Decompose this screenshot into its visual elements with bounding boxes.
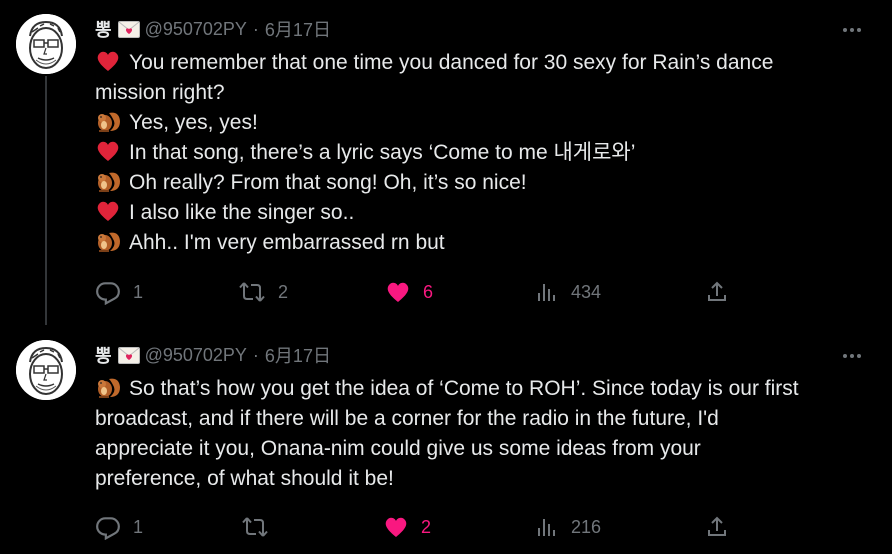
- separator: ·: [252, 344, 259, 365]
- share-button[interactable]: [705, 513, 741, 541]
- reply-icon: [96, 282, 120, 305]
- heart-filled-icon: [387, 282, 409, 302]
- avatar[interactable]: [16, 340, 76, 400]
- love-letter-icon: [117, 346, 140, 364]
- retweet-button[interactable]: 2: [238, 278, 288, 306]
- more-options-icon[interactable]: [840, 344, 864, 368]
- handle[interactable]: @950702PY: [145, 345, 247, 366]
- reply-count: 1: [133, 516, 144, 537]
- share-icon: [708, 281, 726, 301]
- timestamp[interactable]: 6月17日: [265, 16, 331, 42]
- tweet-1[interactable]: 뽕 @950702PY · 6月17日 You remember that on…: [0, 0, 892, 325]
- retweet-button[interactable]: [241, 513, 281, 541]
- analytics-icon: [538, 519, 555, 536]
- action-bar: 1 2 216: [95, 513, 835, 541]
- handle[interactable]: @950702PY: [145, 19, 247, 40]
- love-letter-icon: [117, 20, 140, 38]
- text-line: I also like the singer so..: [95, 198, 855, 228]
- text-line: preference, of what should it be!: [95, 467, 394, 490]
- retweet-count: 2: [278, 281, 289, 302]
- chipmunk-icon: [95, 169, 123, 193]
- reply-icon: [96, 517, 120, 540]
- tweet-header: 뽕 @950702PY · 6月17日: [95, 342, 331, 368]
- heart-filled-icon: [385, 517, 407, 537]
- like-count: 6: [423, 281, 434, 302]
- tweet-2[interactable]: 뽕 @950702PY · 6月17日 So that’s how you ge…: [0, 325, 892, 554]
- analytics-icon: [538, 284, 555, 301]
- retweet-icon: [242, 517, 268, 537]
- display-name[interactable]: 뽕: [95, 16, 112, 42]
- red-heart-icon: [95, 139, 123, 163]
- red-heart-icon: [95, 199, 123, 223]
- text-line: Oh really? From that song! Oh, it’s so n…: [95, 168, 855, 198]
- tweet-text: So that’s how you get the idea of ‘Come …: [95, 374, 855, 494]
- text-line: mission right?: [95, 81, 225, 104]
- display-name[interactable]: 뽕: [95, 342, 112, 368]
- red-heart-icon: [95, 49, 123, 73]
- text-line: Ahh.. I'm very embarrassed rn but: [95, 228, 855, 258]
- reply-button[interactable]: 1: [95, 278, 143, 306]
- more-options-icon[interactable]: [840, 18, 864, 42]
- chipmunk-icon: [95, 375, 123, 399]
- retweet-icon: [239, 282, 265, 302]
- like-button[interactable]: 2: [383, 513, 431, 541]
- like-button[interactable]: 6: [385, 278, 433, 306]
- text-line: Yes, yes, yes!: [95, 108, 855, 138]
- view-count: 434: [571, 281, 602, 302]
- share-icon: [708, 516, 726, 536]
- text-line: You remember that one time you danced fo…: [95, 48, 855, 78]
- thread-line: [45, 76, 47, 325]
- avatar[interactable]: [16, 14, 76, 74]
- share-button[interactable]: [705, 278, 741, 306]
- view-count: 216: [571, 516, 602, 537]
- text-line: In that song, there’s a lyric says ‘Come…: [95, 138, 855, 168]
- reply-button[interactable]: 1: [95, 513, 143, 541]
- chipmunk-icon: [95, 229, 123, 253]
- separator: ·: [252, 18, 259, 39]
- reply-count: 1: [133, 281, 144, 302]
- timestamp[interactable]: 6月17日: [265, 342, 331, 368]
- tweet-text: You remember that one time you danced fo…: [95, 48, 855, 258]
- like-count: 2: [421, 516, 432, 537]
- text-line: So that’s how you get the idea of ‘Come …: [95, 374, 855, 404]
- chipmunk-icon: [95, 109, 123, 133]
- text-line: broadcast, and if there will be a corner…: [95, 407, 719, 430]
- action-bar: 1 2 6 434: [95, 278, 835, 306]
- views-button[interactable]: 434: [535, 278, 601, 306]
- tweet-header: 뽕 @950702PY · 6月17日: [95, 16, 331, 42]
- views-button[interactable]: 216: [535, 513, 601, 541]
- text-line: appreciate it you, Onana-nim could give …: [95, 437, 701, 460]
